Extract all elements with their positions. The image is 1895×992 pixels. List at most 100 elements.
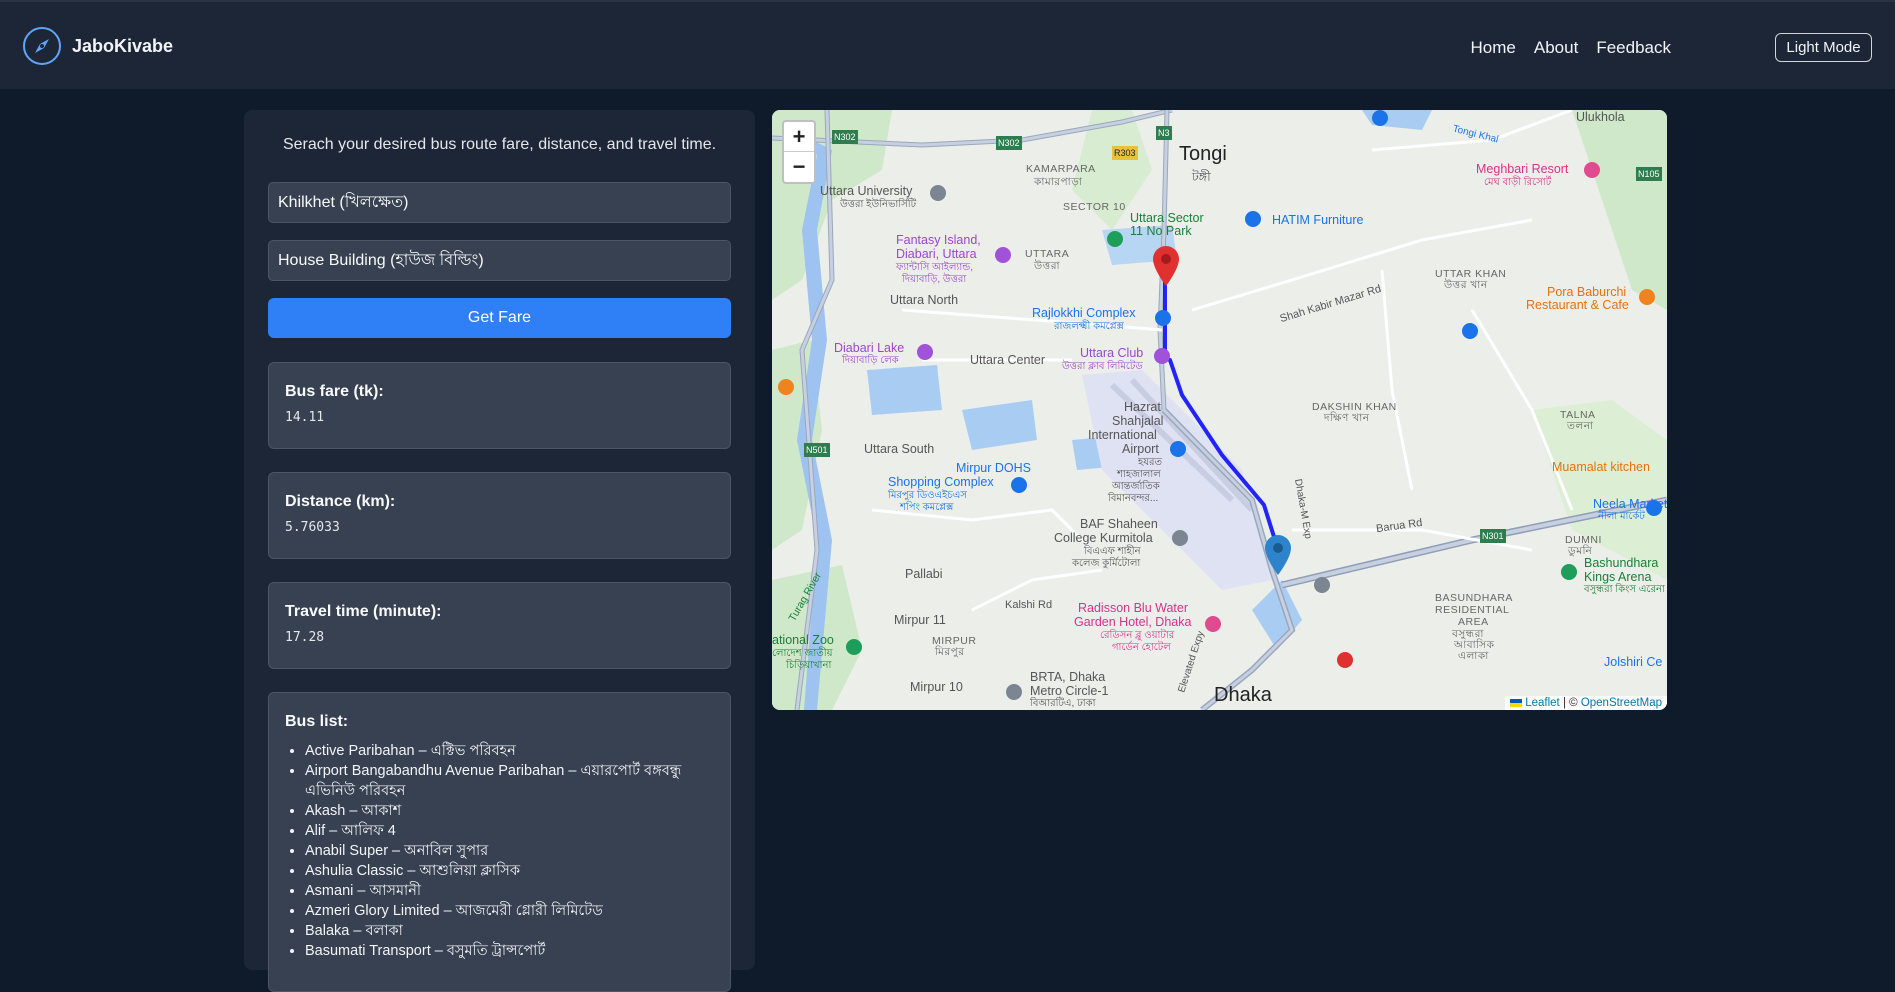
from-stop-select[interactable]: Khilkhet (খিলক্ষেত) (268, 182, 731, 223)
map-label: Uttara Sector (1130, 211, 1204, 225)
bus-list-label: Bus list: (285, 713, 349, 730)
road-shield: N302 (996, 136, 1022, 150)
map-label: Kings Arena (1584, 570, 1652, 584)
map-label: কামারপাড়া (1034, 176, 1083, 188)
light-mode-button[interactable]: Light Mode (1775, 33, 1872, 62)
list-item: Airport Bangabandhu Avenue Paribahan – এ… (305, 761, 714, 801)
map-label: Ulukhola (1576, 110, 1625, 124)
map-label: KAMARPARA (1026, 163, 1096, 175)
map-label: বিআরটিএ, ঢাকা (1030, 698, 1096, 709)
map-label: Pora Baburchi (1547, 285, 1627, 299)
map-label: দক্ষিণ খান (1324, 412, 1370, 424)
list-item: Balaka – বলাকা (305, 921, 714, 941)
top-navbar: JaboKivabe Home About Feedback Light Mod… (0, 0, 1895, 89)
brand-name: JaboKivabe (72, 35, 174, 56)
map-label: SECTOR 10 (1063, 201, 1126, 213)
nav-feedback-link[interactable]: Feedback (1596, 38, 1671, 58)
map-label: নীলা মার্কেট (1598, 511, 1645, 522)
map-label: Hazrat (1124, 400, 1161, 414)
fare-label: Bus fare (tk): (285, 383, 384, 400)
nav-about-link[interactable]: About (1534, 38, 1578, 58)
map-label: Airport (1122, 442, 1159, 456)
map-label: Shahjalal (1112, 414, 1164, 428)
map-label: Uttara Club (1080, 346, 1144, 360)
fare-card: Bus fare (tk): 14.11 (268, 362, 731, 449)
map-label: Mirpur DOHS (956, 461, 1032, 475)
map-label: Pallabi (905, 567, 943, 581)
zoom-out-button[interactable]: − (784, 152, 814, 182)
time-card: Travel time (minute): 17.28 (268, 582, 731, 669)
map-label: দিয়াবাড়ি, উত্তরা (902, 274, 967, 285)
map-label: Rajlokkhi Complex (1032, 306, 1136, 320)
to-stop-select[interactable]: House Building (হাউজ বিল্ডিং) (268, 240, 731, 281)
map-label: বসুন্ধরা কিংস এরেনা (1584, 584, 1665, 595)
brand[interactable]: JaboKivabe (22, 26, 173, 66)
map-label: Uttara University (820, 184, 913, 198)
list-item: Akash – আকাশ (305, 801, 714, 821)
map-label: Diabari Lake (834, 341, 905, 355)
map-label: Radisson Blu Water (1078, 601, 1188, 615)
map-label: উত্তরা ক্লাব লিমিটেড (1062, 361, 1143, 372)
road-shield: R303 (1112, 146, 1138, 160)
map-label: Uttara Center (970, 353, 1046, 367)
map-label: Jolshiri Ce (1604, 655, 1663, 669)
map-label: ational Zoo (772, 633, 834, 647)
attribution-separator: | © (1562, 697, 1578, 709)
nav-links: Home About Feedback (1471, 38, 1671, 58)
leaflet-link[interactable]: Leaflet (1525, 697, 1560, 709)
map-label: Dhaka (1214, 684, 1272, 706)
map-label: গার্ডেন হোটেল (1112, 642, 1171, 653)
route-map[interactable]: Tongi টঙ্গী KAMARPARA কামারপাড়া SECTOR … (772, 110, 1667, 710)
map-label: Kalshi Rd (1005, 599, 1053, 611)
osm-link[interactable]: OpenStreetMap (1581, 697, 1662, 709)
map-label: College Kurmitola (1054, 531, 1153, 545)
map-attribution: Leaflet | © OpenStreetMap (1505, 696, 1667, 710)
list-item: Ashulia Classic – আশুলিয়া ক্লাসিক (305, 861, 714, 881)
nav-home-link[interactable]: Home (1471, 38, 1516, 58)
map-label: উত্তর খান (1444, 279, 1488, 291)
list-item: Basumati Transport – বসুমতি ট্রান্সপোর্ট (305, 941, 714, 961)
distance-card: Distance (km): 5.76033 (268, 472, 731, 559)
list-item: Alif – আলিফ 4 (305, 821, 714, 841)
map-label: এলাকা (1458, 650, 1489, 662)
map-label: Bashundhara (1584, 556, 1659, 570)
map-label: দিয়াবাড়ি লেক (842, 355, 899, 366)
map-label: International (1088, 428, 1157, 442)
map-label: Diabari, Uttara (896, 247, 977, 261)
map-label: Uttara North (890, 293, 959, 307)
bus-list: Active Paribahan – এক্টিভ পরিবহন Airport… (285, 741, 714, 961)
flag-icon (1510, 698, 1523, 707)
road-shield: N501 (804, 443, 830, 457)
search-panel: Serach your desired bus route fare, dist… (244, 110, 755, 992)
road-shield: N3 (1156, 126, 1172, 140)
list-item: Anabil Super – অনাবিল সুপার (305, 841, 714, 861)
fare-value: 14.11 (285, 410, 325, 425)
map-label: BAF Shaheen (1080, 517, 1158, 531)
map-label: মেঘ বাড়ী রিসোর্ট (1484, 177, 1552, 188)
map-label: Muamalat kitchen (1552, 460, 1650, 474)
road-shield: N301 (1480, 529, 1506, 543)
map-label: বিমানবন্দর... (1108, 493, 1159, 504)
map-label: রাজলক্ষ্মী কমপ্লেক্স (1054, 321, 1124, 332)
map-label: Garden Hotel, Dhaka (1074, 615, 1192, 629)
map-label: Shopping Complex (888, 475, 994, 489)
map-label: শপিং কমপ্লেক্স (900, 502, 954, 513)
compass-icon (23, 27, 61, 65)
time-label: Travel time (minute): (285, 603, 442, 620)
get-fare-button[interactable]: Get Fare (268, 298, 731, 338)
map-label: 11 No Park (1130, 224, 1192, 238)
map-label: BRTA, Dhaka (1030, 670, 1106, 684)
map-label: Restaurant & Cafe (1526, 298, 1629, 312)
road-shield: N105 (1636, 167, 1662, 181)
map-label: চিড়িয়াখানা (786, 660, 832, 671)
zoom-control: + − (782, 120, 816, 184)
distance-label: Distance (km): (285, 493, 396, 510)
distance-value: 5.76033 (285, 520, 340, 535)
map-label: উত্তরা ইউনিভার্সিটি (840, 199, 917, 210)
list-item: Active Paribahan – এক্টিভ পরিবহন (305, 741, 714, 761)
map-label: Tongi (1179, 143, 1227, 165)
zoom-in-button[interactable]: + (784, 122, 814, 152)
map-label: Meghbari Resort (1476, 162, 1569, 176)
map-label: Metro Circle-1 (1030, 684, 1109, 698)
map-label: মিরপুর (935, 646, 965, 658)
